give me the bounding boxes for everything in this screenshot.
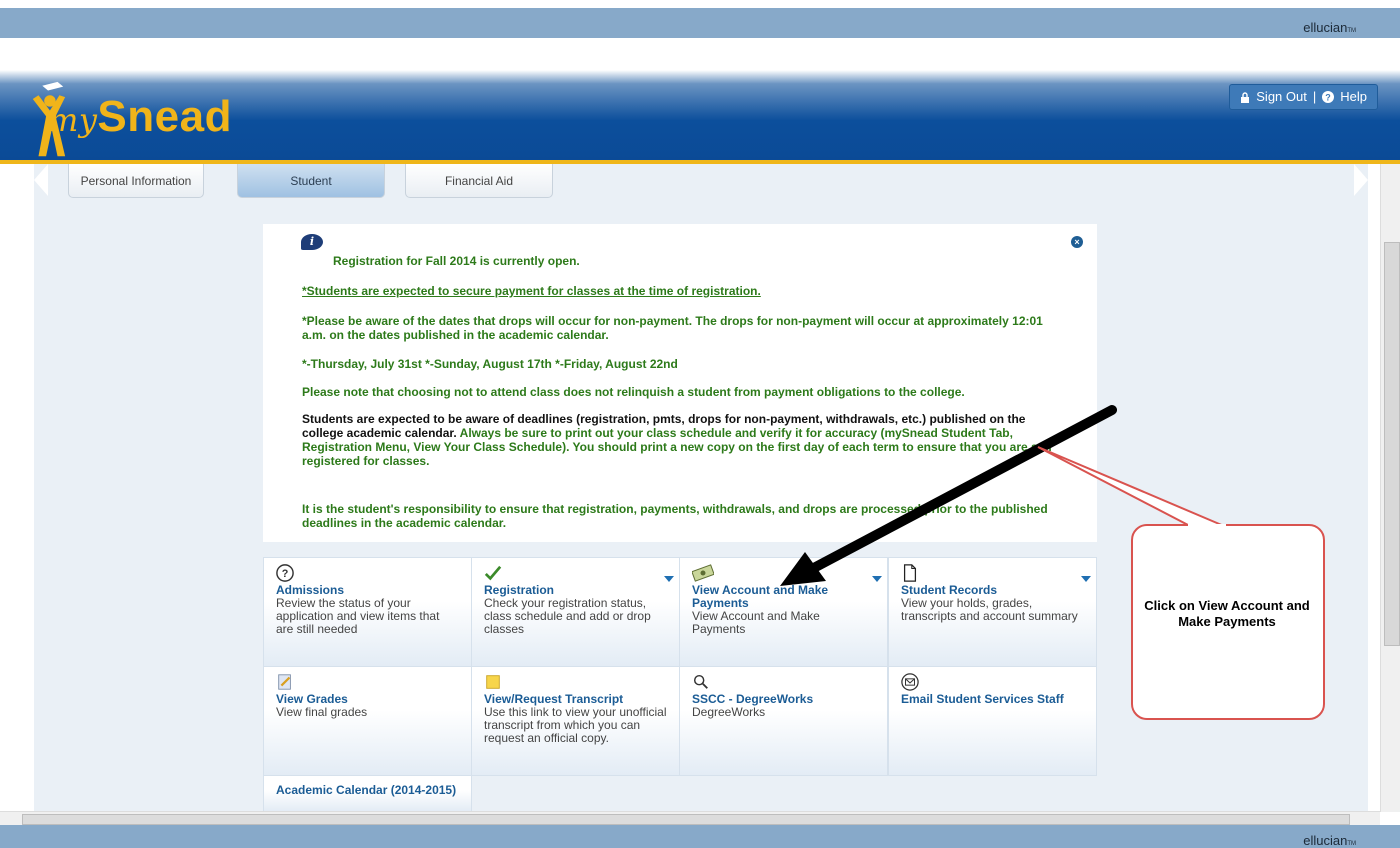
envelope-icon (901, 673, 919, 691)
checkmark-icon (484, 565, 502, 581)
notice-drops: *Please be aware of the dates that drops… (302, 314, 1043, 342)
svg-text:?: ? (282, 568, 289, 580)
help-link[interactable]: Help (1340, 85, 1367, 109)
tab-scroll-right-icon[interactable] (1354, 164, 1368, 196)
tile-title[interactable]: Academic Calendar (2014-2015) (276, 784, 459, 797)
document-icon (903, 564, 917, 582)
registration-notice: i × Registration for Fall 2014 is curren… (263, 224, 1097, 542)
tile-email-staff[interactable]: Email Student Services Staff (888, 666, 1097, 776)
bottom-brand-bar: ellucianTM (0, 825, 1400, 848)
svg-text:?: ? (1326, 93, 1332, 103)
notice-heading: Registration for Fall 2014 is currently … (333, 254, 580, 268)
tile-admissions[interactable]: ? Admissions Review the status of your a… (263, 557, 472, 667)
lock-icon (1241, 91, 1250, 103)
ellucian-logo-bottom: ellucianTM (1303, 833, 1356, 848)
tab-personal-information[interactable]: Personal Information (68, 164, 204, 198)
dropdown-caret-icon[interactable] (664, 576, 674, 582)
scrollbar-thumb[interactable] (22, 814, 1350, 825)
help-icon: ? (1322, 91, 1335, 103)
notepad-icon (278, 674, 291, 690)
tile-desc: Check your registration status, class sc… (484, 596, 651, 636)
tile-desc: View Account and Make Payments (692, 609, 820, 636)
tab-financial-aid[interactable]: Financial Aid (405, 164, 553, 198)
dropdown-caret-icon[interactable] (1081, 576, 1091, 582)
callout-text: Click on View Account and Make Payments (1144, 598, 1310, 629)
dropdown-caret-icon[interactable] (872, 576, 882, 582)
horizontal-scrollbar[interactable] (0, 811, 1380, 826)
tab-scroll-left-icon[interactable] (34, 164, 48, 196)
notice-deadlines: Students are expected to be aware of dea… (302, 412, 1062, 468)
question-circle-icon: ? (276, 564, 294, 582)
notice-dates: *-Thursday, July 31st *-Sunday, August 1… (302, 357, 678, 371)
tile-desc: View your holds, grades, transcripts and… (901, 596, 1078, 623)
ellucian-logo-top: ellucianTM (1303, 20, 1356, 35)
notice-obligations: Please note that choosing not to attend … (302, 385, 965, 399)
sign-out-link[interactable]: Sign Out (1256, 85, 1307, 109)
notice-responsibility: It is the student's responsibility to en… (302, 502, 1048, 530)
info-icon: i (301, 234, 323, 250)
tile-registration[interactable]: Registration Check your registration sta… (471, 557, 680, 667)
tile-view-account[interactable]: View Account and Make Payments View Acco… (679, 557, 888, 667)
tile-degreeworks[interactable]: SSCC - DegreeWorks DegreeWorks (679, 666, 888, 776)
scrollbar-thumb[interactable] (1384, 242, 1400, 646)
separator: | (1312, 89, 1317, 104)
tile-desc: Review the status of your application an… (276, 596, 440, 636)
sticky-note-icon (486, 675, 500, 689)
top-brand-bar: ellucianTM (0, 0, 1400, 38)
tile-title[interactable]: Email Student Services Staff (901, 693, 1084, 706)
signout-help-bar: Sign Out | ? Help (1229, 84, 1378, 110)
tile-desc: View final grades (276, 705, 368, 719)
money-icon (692, 564, 714, 582)
close-icon[interactable]: × (1071, 236, 1083, 248)
tile-title[interactable]: View Account and Make Payments (692, 584, 875, 610)
tile-academic-calendar[interactable]: Academic Calendar (2014-2015) (263, 775, 472, 812)
mysnead-logo[interactable]: mySnead (48, 92, 232, 142)
tile-view-grades[interactable]: View Grades View final grades (263, 666, 472, 776)
tile-desc: Use this link to view your unofficial tr… (484, 705, 667, 745)
tab-student[interactable]: Student (237, 164, 385, 198)
tile-request-transcript[interactable]: View/Request Transcript Use this link to… (471, 666, 680, 776)
tile-student-records[interactable]: Student Records View your holds, grades,… (888, 557, 1097, 667)
search-icon (693, 674, 708, 689)
tile-desc: DegreeWorks (692, 705, 766, 719)
notice-payment-link[interactable]: *Students are expected to secure payment… (302, 284, 1062, 298)
vertical-scrollbar[interactable] (1380, 164, 1400, 812)
